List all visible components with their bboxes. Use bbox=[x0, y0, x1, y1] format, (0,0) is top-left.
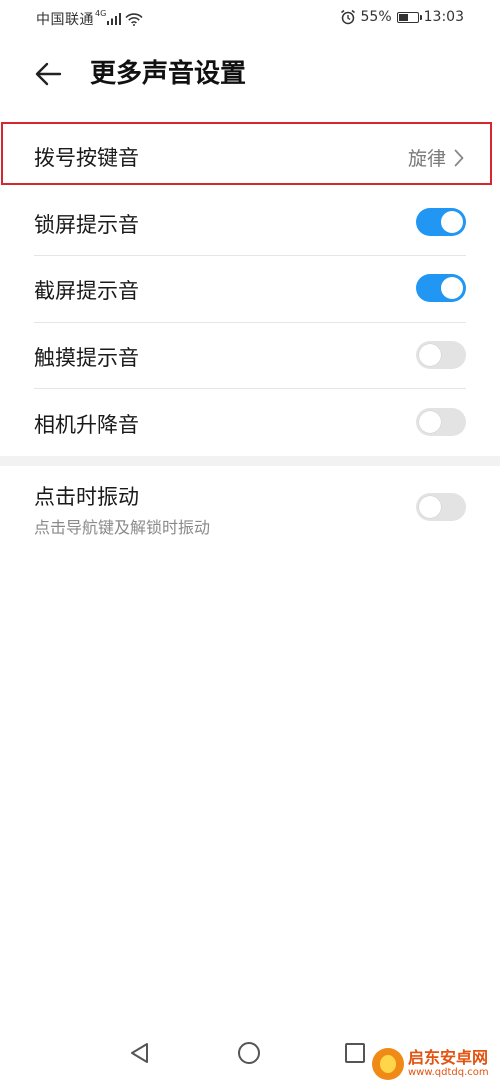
toggle-knob bbox=[419, 496, 441, 518]
watermark-text: 启东安卓网 www.qdtdq.com bbox=[408, 1049, 489, 1079]
watermark-url: www.qdtdq.com bbox=[408, 1067, 489, 1078]
camera-sound-toggle[interactable] bbox=[416, 408, 466, 436]
page-title: 更多声音设置 bbox=[90, 59, 247, 89]
battery-icon bbox=[396, 11, 422, 23]
setting-row-vibration: 点击时振动 点击导航键及解锁时振动 bbox=[0, 467, 500, 549]
clock: 13:03 bbox=[423, 9, 464, 25]
status-bar: 中国联通 4G 55% 13:03 bbox=[0, 0, 500, 36]
status-right: 55% 13:03 bbox=[340, 9, 464, 25]
toggle-knob bbox=[419, 344, 441, 366]
carrier-name: 中国联通 bbox=[36, 12, 94, 28]
watermark: 启东安卓网 www.qdtdq.com bbox=[372, 1048, 489, 1080]
nav-home-icon[interactable] bbox=[238, 1042, 260, 1064]
setting-row-touch-sound: 触摸提示音 bbox=[0, 323, 500, 389]
setting-row-lock-sound: 锁屏提示音 bbox=[0, 190, 500, 256]
battery-percent: 55% bbox=[360, 9, 392, 25]
network-type: 4G bbox=[95, 8, 107, 18]
setting-label: 截屏提示音 bbox=[34, 279, 139, 303]
highlight-annotation bbox=[1, 122, 492, 185]
setting-label: 点击时振动 bbox=[34, 485, 139, 509]
setting-label: 相机升降音 bbox=[34, 413, 139, 437]
setting-label: 锁屏提示音 bbox=[34, 213, 139, 237]
toggle-knob bbox=[419, 411, 441, 433]
vibration-toggle[interactable] bbox=[416, 493, 466, 521]
setting-row-camera-sound: 相机升降音 bbox=[0, 389, 500, 455]
alarm-icon bbox=[340, 9, 355, 25]
nav-back-icon[interactable] bbox=[128, 1041, 152, 1065]
setting-row-screenshot-sound: 截屏提示音 bbox=[0, 256, 500, 322]
toggle-knob bbox=[441, 211, 463, 233]
signal-icon bbox=[107, 13, 122, 25]
toggle-knob bbox=[441, 277, 463, 299]
watermark-name: 启东安卓网 bbox=[408, 1048, 489, 1067]
setting-label: 触摸提示音 bbox=[34, 346, 139, 370]
touch-sound-toggle[interactable] bbox=[416, 341, 466, 369]
status-left: 中国联通 4G bbox=[36, 9, 143, 29]
setting-subtitle: 点击导航键及解锁时振动 bbox=[34, 518, 211, 537]
battery-level bbox=[398, 13, 408, 21]
nav-recent-icon[interactable] bbox=[345, 1043, 365, 1063]
screenshot-sound-toggle[interactable] bbox=[416, 274, 466, 302]
watermark-logo-icon bbox=[372, 1048, 404, 1080]
arrow-left-icon bbox=[35, 62, 62, 86]
page-header: 更多声音设置 bbox=[0, 42, 500, 106]
wifi-icon bbox=[125, 12, 143, 26]
section-separator bbox=[0, 456, 500, 466]
lock-sound-toggle[interactable] bbox=[416, 208, 466, 236]
back-button[interactable] bbox=[30, 56, 66, 92]
